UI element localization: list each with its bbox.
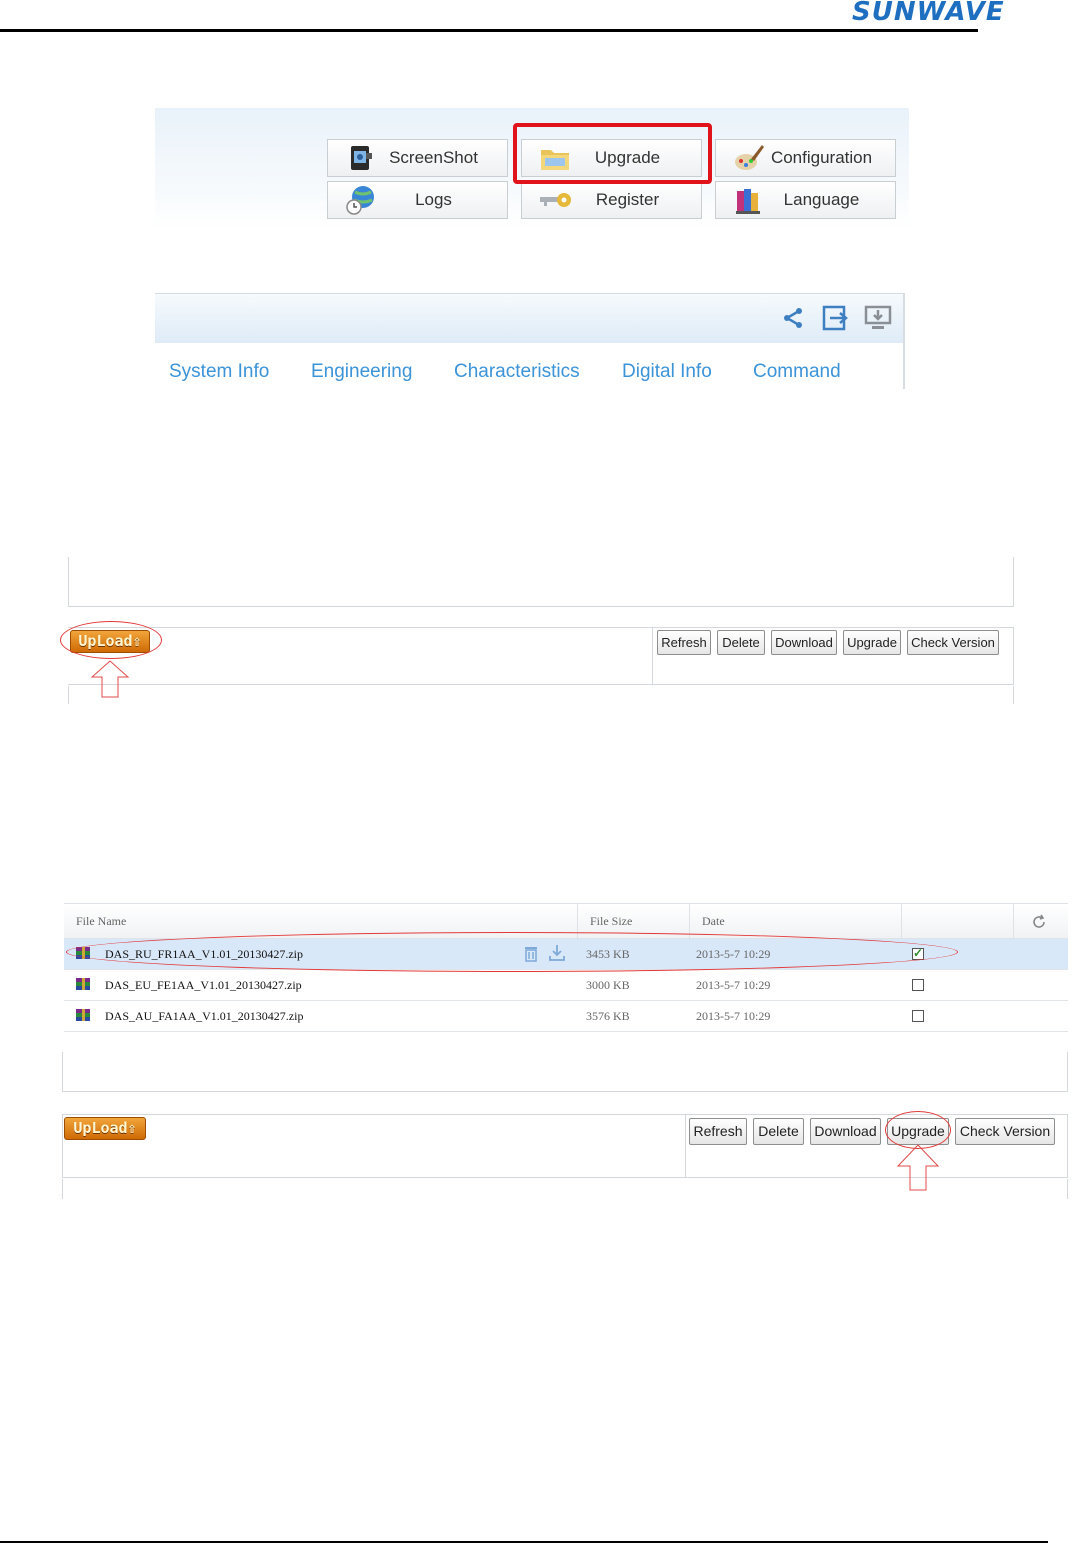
refresh-button[interactable]: Refresh	[689, 1118, 747, 1145]
language-label: Language	[783, 190, 860, 209]
file-size: 3000 KB	[586, 978, 630, 992]
export-icon[interactable]	[821, 305, 849, 331]
paint-brush-icon	[732, 142, 766, 174]
row-checkbox[interactable]	[912, 1010, 924, 1022]
pointer-arrow-icon	[896, 1144, 940, 1191]
share-icon[interactable]	[779, 305, 807, 331]
configuration-button[interactable]: Configuration	[715, 139, 896, 177]
monitor-icon[interactable]	[863, 305, 893, 331]
upload-panel-footer	[68, 686, 1014, 704]
register-label: Register	[595, 190, 660, 209]
camera-icon	[344, 142, 378, 174]
configuration-label: Configuration	[770, 148, 873, 167]
arrow-up-icon: ⇧	[127, 1119, 137, 1137]
zip-archive-icon	[76, 978, 90, 990]
key-icon	[538, 184, 572, 216]
logs-label: Logs	[415, 190, 452, 209]
logs-button[interactable]: Logs	[327, 181, 508, 219]
table-row[interactable]: DAS_EU_FE1AA_V1.01_20130427.zip 3000 KB …	[64, 970, 1068, 1001]
table-row[interactable]: DAS_AU_FA1AA_V1.01_20130427.zip 3576 KB …	[64, 1001, 1068, 1032]
row-checkbox[interactable]	[912, 979, 924, 991]
row-highlight-ellipse	[66, 932, 958, 972]
tab-characteristics[interactable]: Characteristics	[454, 361, 580, 383]
tab-system-info[interactable]: System Info	[169, 361, 269, 383]
upload-button[interactable]: UpLoad⇧	[64, 1117, 146, 1140]
toolbar-divider	[652, 628, 653, 685]
tab-engineering[interactable]: Engineering	[311, 361, 412, 383]
books-icon	[732, 184, 766, 216]
check-version-button[interactable]: Check Version	[955, 1118, 1055, 1145]
nav-panel-edge	[903, 293, 905, 389]
language-button[interactable]: Language	[715, 181, 896, 219]
tab-command[interactable]: Command	[753, 361, 841, 383]
refresh-button[interactable]: Refresh	[657, 630, 711, 655]
zip-archive-icon	[76, 1009, 90, 1021]
file-date: 2013-5-7 10:29	[696, 1009, 771, 1023]
register-button[interactable]: Register	[521, 181, 702, 219]
tab-digital-info[interactable]: Digital Info	[622, 361, 712, 383]
file-name: DAS_EU_FE1AA_V1.01_20130427.zip	[105, 978, 302, 992]
delete-button[interactable]: Delete	[717, 630, 765, 655]
footer-rule	[0, 1541, 1048, 1543]
screenshot-label: ScreenShot	[389, 148, 478, 167]
pointer-arrow-icon	[90, 660, 130, 698]
delete-button[interactable]: Delete	[753, 1118, 804, 1145]
upgrade-button[interactable]: Upgrade	[843, 630, 901, 655]
download-button[interactable]: Download	[810, 1118, 881, 1145]
download-button[interactable]: Download	[771, 630, 837, 655]
upload-panel-header	[68, 557, 1014, 607]
upload-highlight-ellipse	[60, 621, 162, 659]
globe-clock-icon	[344, 184, 378, 216]
screenshot-button[interactable]: ScreenShot	[327, 139, 508, 177]
refresh-icon[interactable]	[1014, 904, 1068, 939]
sunwave-logo: SUNWAVE	[852, 0, 1005, 27]
toolbar-divider	[685, 1115, 686, 1178]
file-size: 3576 KB	[586, 1009, 630, 1023]
check-version-button[interactable]: Check Version	[907, 630, 999, 655]
file-name: DAS_AU_FA1AA_V1.01_20130427.zip	[105, 1009, 304, 1023]
upgrade-highlight-box	[513, 123, 712, 184]
upload-label: UpLoad	[73, 1119, 128, 1137]
header-rule	[0, 29, 978, 32]
nav-panel: System Info Engineering Characteristics …	[155, 293, 905, 389]
upgrade-panel-header	[62, 1052, 1068, 1092]
column-select	[902, 904, 1014, 939]
file-date: 2013-5-7 10:29	[696, 978, 771, 992]
